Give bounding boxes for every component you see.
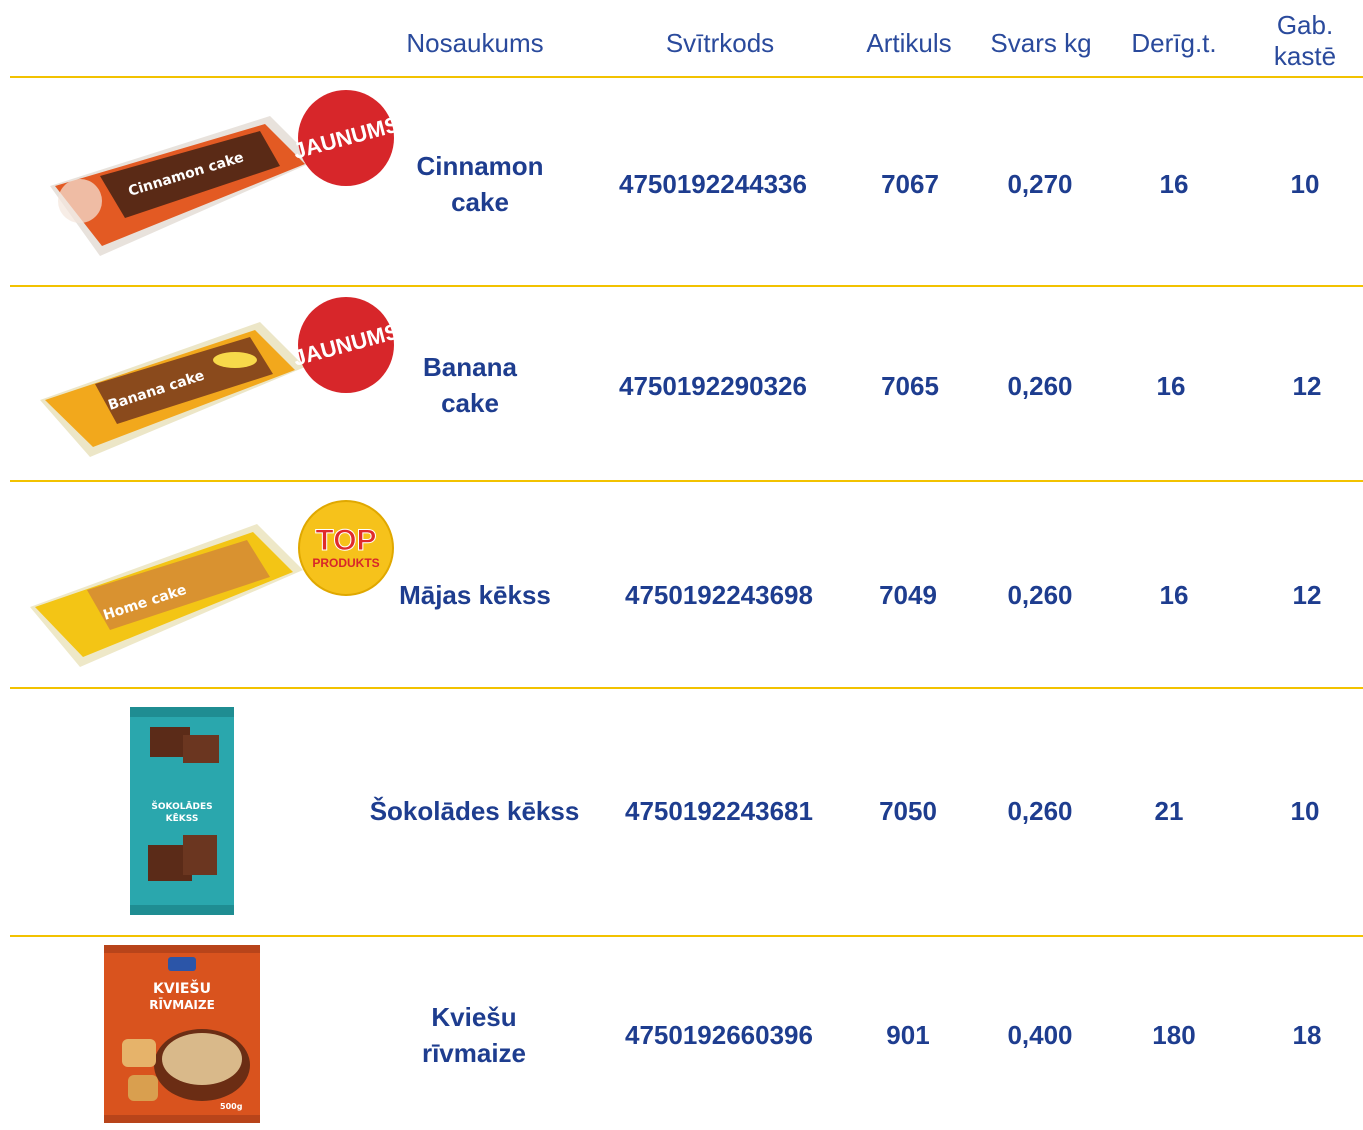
cinnamon-cake-pack-icon: Cinnamon cake: [40, 106, 330, 271]
product-shelf-life: 180: [1152, 1020, 1196, 1050]
svg-text:KĒKSS: KĒKSS: [166, 813, 199, 824]
banana-cake-pack-icon: Banana cake: [35, 312, 315, 467]
svg-text:KVIEŠU: KVIEŠU: [153, 979, 211, 997]
table-row: Banana cake JAUNUMS Banana cake 47501922…: [0, 287, 1363, 480]
product-barcode: 4750192290326: [619, 371, 807, 401]
product-shelf-life: 16: [1156, 371, 1186, 401]
product-per-box: 10: [1290, 169, 1320, 199]
product-name: Kviešu rīvmaize: [421, 1002, 527, 1068]
product-per-box: 18: [1292, 1020, 1322, 1050]
product-weight: 0,270: [1007, 169, 1073, 199]
product-article: 901: [886, 1020, 930, 1050]
product-name: Banana cake: [423, 352, 517, 418]
product-barcode: 4750192244336: [619, 169, 807, 199]
product-shelf-life: 21: [1154, 796, 1184, 826]
product-per-box: 10: [1290, 796, 1320, 826]
product-weight: 0,400: [1007, 1020, 1073, 1050]
product-weight: 0,260: [1007, 371, 1073, 401]
product-article: 7049: [879, 580, 937, 610]
product-shelf-life: 16: [1159, 580, 1189, 610]
header-barcode: Svītrkods: [665, 28, 775, 58]
breadcrumbs-pack-icon: KVIEŠU RĪVMAIZE 500g: [102, 943, 262, 1130]
product-weight: 0,260: [1007, 580, 1073, 610]
table-row: Home cake TOP PRODUKTS Mājas kēkss 47501…: [0, 482, 1363, 687]
product-barcode: 4750192243681: [625, 796, 813, 826]
header-per-box-line1: Gab.: [1276, 10, 1334, 40]
svg-text:RĪVMAIZE: RĪVMAIZE: [149, 998, 215, 1012]
svg-text:500g: 500g: [220, 1102, 243, 1111]
header-article: Artikuls: [866, 28, 952, 58]
product-per-box: 12: [1292, 580, 1322, 610]
table-header: Nosaukums Svītrkods Artikuls Svars kg De…: [0, 0, 1363, 77]
table-row: ŠOKOLĀDES KĒKSS Šokolādes kēkss 47501922…: [0, 689, 1363, 935]
header-per-box: Gab. kastē: [1255, 10, 1355, 72]
header-weight: Svars kg: [990, 28, 1092, 58]
home-cake-pack-icon: Home cake: [25, 512, 315, 677]
table-row: KVIEŠU RĪVMAIZE 500g Kviešu rīvmaize 475…: [0, 937, 1363, 1128]
header-per-box-line2: kastē: [1273, 41, 1337, 71]
product-article: 7050: [879, 796, 937, 826]
table-row: Cinnamon cake JAUNUMS Cinnamon cake 4750…: [0, 78, 1363, 285]
product-per-box: 12: [1292, 371, 1322, 401]
product-weight: 0,260: [1007, 796, 1073, 826]
chocolate-cake-pack-icon: ŠOKOLĀDES KĒKSS: [128, 705, 236, 922]
svg-text:ŠOKOLĀDES: ŠOKOLĀDES: [151, 800, 212, 812]
product-name: Cinnamon cake: [416, 151, 544, 217]
product-shelf-life: 16: [1159, 169, 1189, 199]
product-name: Šokolādes kēkss: [369, 796, 580, 826]
product-barcode: 4750192243698: [625, 580, 813, 610]
product-article: 7065: [881, 371, 939, 401]
product-name: Mājas kēkss: [399, 580, 551, 610]
header-name: Nosaukums: [406, 28, 544, 58]
header-shelf-life: Derīg.t.: [1131, 28, 1217, 58]
product-barcode: 4750192660396: [625, 1020, 813, 1050]
product-article: 7067: [881, 169, 939, 199]
